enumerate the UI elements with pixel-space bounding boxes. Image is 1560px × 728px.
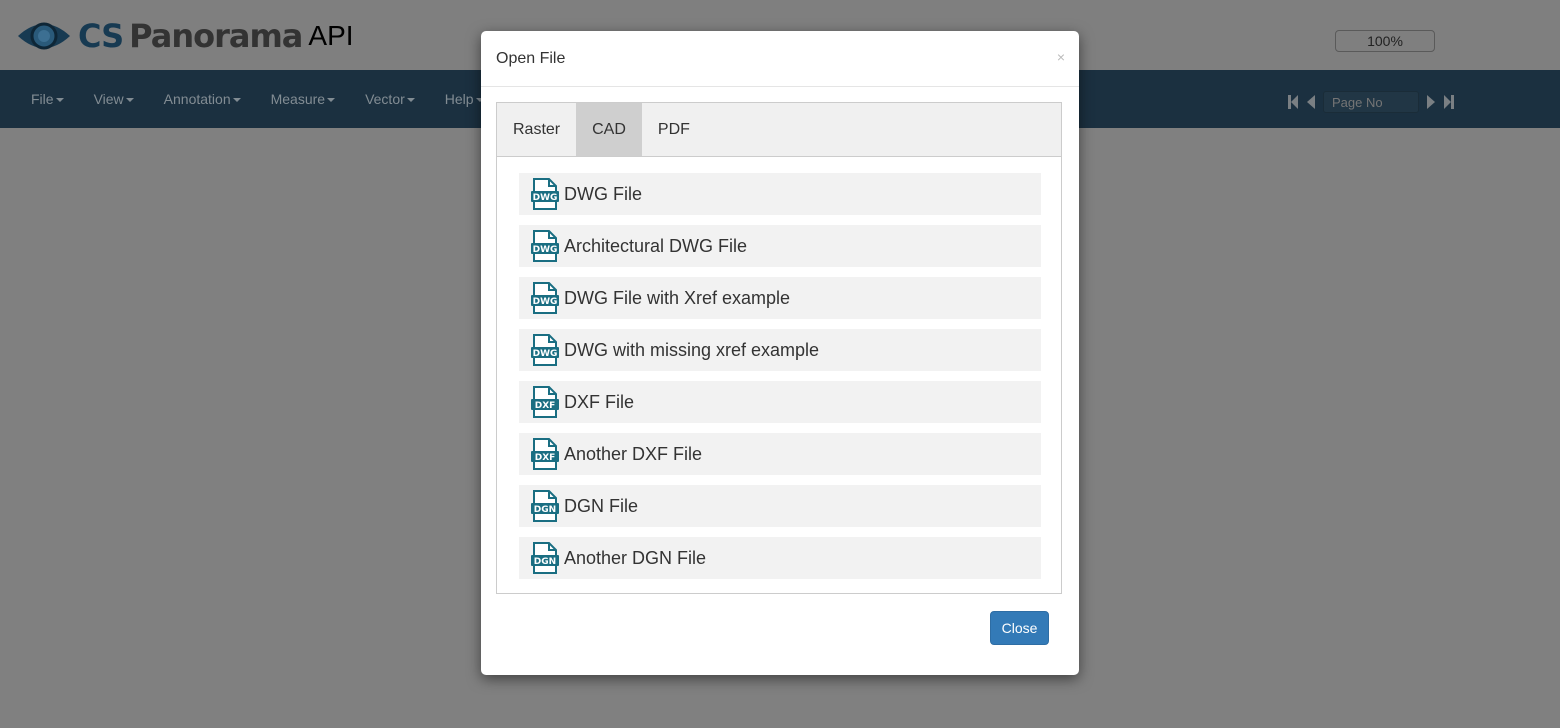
svg-text:DWG: DWG bbox=[533, 245, 558, 255]
caret-down-icon bbox=[232, 98, 241, 103]
main-menu: File View Annotation Measure Vector Help bbox=[16, 70, 499, 128]
menu-file[interactable]: File bbox=[16, 91, 79, 107]
first-page-icon[interactable] bbox=[1287, 94, 1299, 110]
file-item[interactable]: DGN DGN File bbox=[519, 485, 1041, 527]
dwg-file-icon: DWG bbox=[531, 282, 559, 314]
file-item[interactable]: DXF Another DXF File bbox=[519, 433, 1041, 475]
file-label: Another DGN File bbox=[564, 547, 707, 568]
dgn-file-icon: DGN bbox=[531, 542, 559, 574]
menu-label: Annotation bbox=[163, 91, 231, 107]
file-item[interactable]: DWG DWG with missing xref example bbox=[519, 329, 1041, 371]
dxf-file-icon: DXF bbox=[531, 386, 559, 418]
next-page-icon[interactable] bbox=[1425, 94, 1437, 110]
file-item[interactable]: DWG DWG File with Xref example bbox=[519, 277, 1041, 319]
dwg-file-icon: DWG bbox=[531, 230, 559, 262]
logo-panorama: Panorama bbox=[129, 17, 303, 55]
file-label: DWG with missing xref example bbox=[564, 339, 820, 360]
dgn-file-icon: DGN bbox=[531, 490, 559, 522]
page-number-input[interactable] bbox=[1323, 91, 1419, 113]
previous-page-icon[interactable] bbox=[1305, 94, 1317, 110]
menu-label: Measure bbox=[270, 91, 326, 107]
modal-title: Open File bbox=[496, 50, 566, 67]
dwg-file-icon: DWG bbox=[531, 334, 559, 366]
svg-text:DWG: DWG bbox=[533, 349, 558, 359]
file-label: DXF File bbox=[564, 391, 635, 412]
menu-label: Vector bbox=[365, 91, 405, 107]
logo-api: API bbox=[308, 20, 354, 51]
file-item[interactable]: DWG Architectural DWG File bbox=[519, 225, 1041, 267]
close-icon[interactable]: × bbox=[1057, 49, 1065, 65]
logo-cs: CS bbox=[78, 17, 124, 55]
file-label: DWG File bbox=[564, 183, 642, 204]
file-item[interactable]: DXF DXF File bbox=[519, 381, 1041, 423]
tab-cad[interactable]: CAD bbox=[576, 103, 642, 156]
file-type-panel: Raster CAD PDF DWG DWG File DWG Architectur… bbox=[496, 102, 1062, 594]
dxf-file-icon: DXF bbox=[531, 438, 559, 470]
svg-text:DWG: DWG bbox=[533, 193, 558, 203]
tab-pdf[interactable]: PDF bbox=[642, 103, 706, 156]
file-item[interactable]: DWG DWG File bbox=[519, 173, 1041, 215]
svg-text:DWG: DWG bbox=[533, 297, 558, 307]
menu-annotation[interactable]: Annotation bbox=[149, 91, 256, 107]
file-type-tabs: Raster CAD PDF bbox=[497, 103, 1061, 157]
svg-text:DXF: DXF bbox=[535, 401, 556, 411]
modal-header: Open File × bbox=[481, 31, 1079, 87]
svg-text:DXF: DXF bbox=[535, 453, 556, 463]
file-item[interactable]: DGN Another DGN File bbox=[519, 537, 1041, 579]
menu-view[interactable]: View bbox=[79, 91, 149, 107]
caret-down-icon bbox=[125, 98, 134, 103]
menu-measure[interactable]: Measure bbox=[256, 91, 350, 107]
menu-label: View bbox=[93, 91, 124, 107]
zoom-level-display[interactable]: 100% bbox=[1335, 30, 1435, 52]
file-label: DGN File bbox=[564, 495, 639, 516]
svg-text:DGN: DGN bbox=[534, 557, 556, 567]
file-label: Architectural DWG File bbox=[564, 235, 748, 256]
file-label: Another DXF File bbox=[564, 443, 703, 464]
open-file-dialog: Open File × Raster CAD PDF DWG DWG File DW… bbox=[481, 31, 1079, 675]
dwg-file-icon: DWG bbox=[531, 178, 559, 210]
caret-down-icon bbox=[327, 98, 336, 103]
menu-vector[interactable]: Vector bbox=[350, 91, 430, 107]
close-button[interactable]: Close bbox=[990, 611, 1049, 645]
menu-label: Help bbox=[444, 91, 474, 107]
file-label: DWG File with Xref example bbox=[564, 287, 791, 308]
file-list: DWG DWG File DWG Architectural DWG File DWG D… bbox=[497, 157, 1061, 579]
tab-raster[interactable]: Raster bbox=[497, 103, 576, 156]
last-page-icon[interactable] bbox=[1443, 94, 1455, 110]
svg-text:DGN: DGN bbox=[534, 505, 556, 515]
logo: CS Panorama API bbox=[16, 16, 354, 56]
caret-down-icon bbox=[406, 98, 415, 103]
caret-down-icon bbox=[55, 98, 64, 103]
eye-logo-icon bbox=[18, 22, 70, 50]
menu-label: File bbox=[31, 91, 54, 107]
page-navigation bbox=[1287, 91, 1455, 113]
